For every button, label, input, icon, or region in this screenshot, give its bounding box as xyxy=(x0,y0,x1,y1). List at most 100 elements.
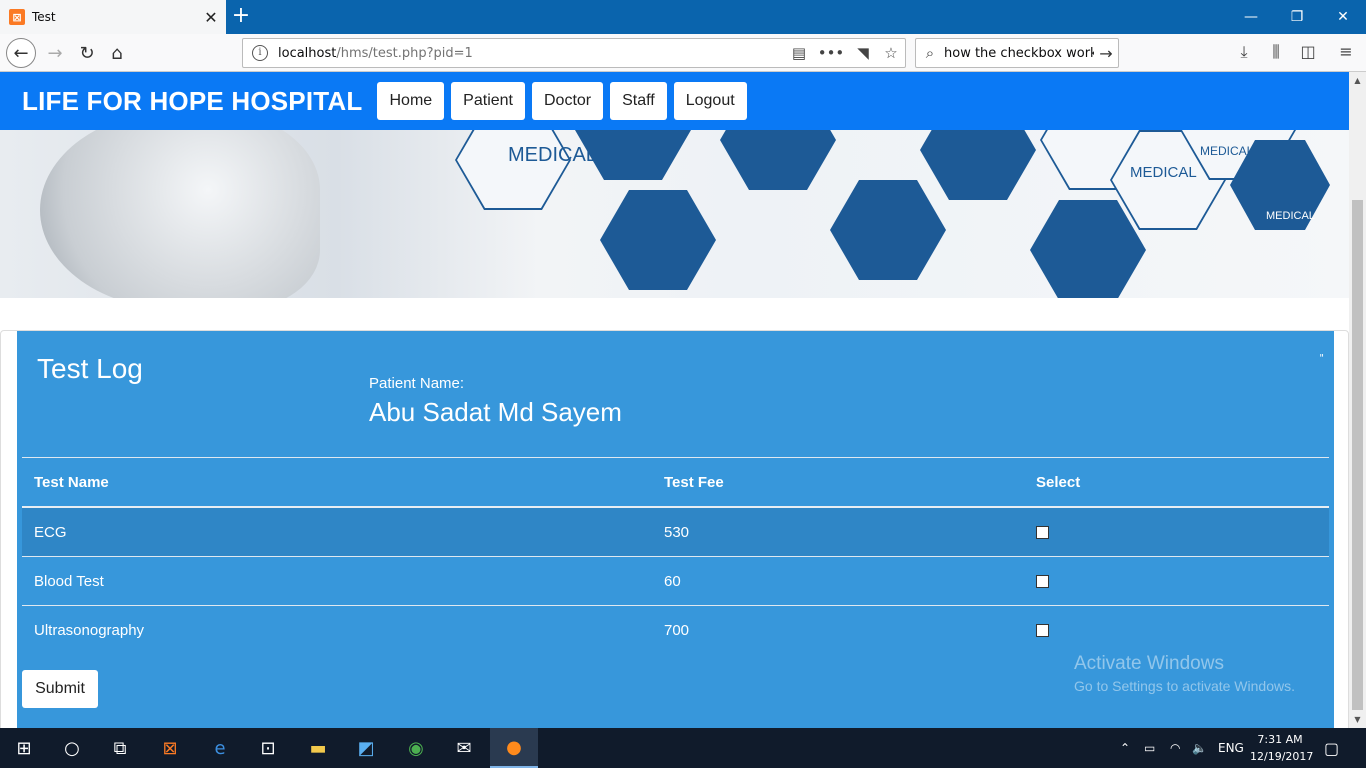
wheelchair-icon xyxy=(830,180,946,280)
select-checkbox-cell xyxy=(1036,606,1049,655)
restore-icon[interactable]: ❐ xyxy=(1274,0,1320,34)
site-info-icon[interactable]: i xyxy=(252,45,268,61)
activate-windows-title: Activate Windows xyxy=(1074,653,1224,674)
wifi-icon[interactable]: ◠ xyxy=(1170,728,1180,768)
url-path: /hms/test.php?pid=1 xyxy=(336,45,473,61)
test-name-cell: Blood Test xyxy=(34,572,104,590)
forward-icon[interactable]: → xyxy=(40,38,70,68)
banner-medical-label: MEDICAL xyxy=(508,144,597,166)
select-checkbox-cell xyxy=(1036,557,1049,605)
minimize-icon[interactable]: — xyxy=(1228,0,1274,34)
battery-icon[interactable]: ▭ xyxy=(1144,728,1155,768)
firefox-icon[interactable]: ● xyxy=(490,728,538,768)
action-center-icon[interactable]: ▢ xyxy=(1324,728,1339,768)
edge-icon[interactable]: e xyxy=(196,728,244,768)
reader-view-icon[interactable]: ▤ xyxy=(785,44,813,62)
url-text[interactable]: localhost/hms/test.php?pid=1 xyxy=(278,46,785,61)
xampp-icon[interactable]: ⊠ xyxy=(146,728,194,768)
header-test-fee: Test Fee xyxy=(664,473,724,491)
activate-windows-subtitle: Go to Settings to activate Windows. xyxy=(1074,678,1295,694)
site-brand[interactable]: LIFE FOR HOPE HOSPITAL xyxy=(22,86,362,117)
test-log-card: Test Log Patient Name: Abu Sadat Md Saye… xyxy=(0,330,1349,728)
tab-title: Test xyxy=(32,10,56,24)
select-checkbox[interactable] xyxy=(1036,624,1049,637)
browser-tab[interactable]: ⊠ Test ✕ xyxy=(0,0,226,34)
search-go-icon[interactable]: → xyxy=(1094,44,1118,63)
test-fee-cell: 530 xyxy=(664,523,690,541)
banner-hex xyxy=(455,130,571,210)
show-hidden-icons-icon[interactable]: ⌃ xyxy=(1120,728,1130,768)
store-icon[interactable]: ⊡ xyxy=(244,728,292,768)
select-checkbox-cell xyxy=(1036,508,1049,556)
url-host: localhost xyxy=(278,45,337,61)
drops-icon xyxy=(920,130,1036,200)
sidebar-icon[interactable]: ◫ xyxy=(1296,42,1320,64)
select-checkbox[interactable] xyxy=(1036,525,1049,539)
corner-mark: " xyxy=(1319,353,1324,364)
windows-start-icon[interactable]: ⊞ xyxy=(0,728,48,768)
medical-banner-image: MEDICAL MEDICAL MEDICAL MEDICAL xyxy=(0,130,1349,298)
taskbar-clock[interactable]: 7:31 AM 12/19/2017 xyxy=(1250,731,1314,765)
gloved-hand-image xyxy=(40,130,320,298)
banner-medical-label: MEDICAL xyxy=(1200,144,1254,158)
menu-icon[interactable]: ≡ xyxy=(1334,42,1358,64)
search-bar[interactable]: ⌕ how the checkbox work → xyxy=(915,38,1119,68)
nav-doctor-button[interactable]: Doctor xyxy=(531,82,604,120)
file-explorer-icon[interactable]: ▬ xyxy=(294,728,342,768)
new-tab-icon[interactable]: + xyxy=(230,4,252,28)
pocket-icon[interactable]: ◥ xyxy=(849,44,877,62)
home-icon[interactable]: ⌂ xyxy=(102,38,132,68)
banner-medical-label: MEDICAL xyxy=(1130,164,1197,181)
mail-icon[interactable]: ✉ xyxy=(440,728,488,768)
table-row: Blood Test 60 xyxy=(22,557,1329,606)
close-window-icon[interactable]: ✕ xyxy=(1320,0,1366,34)
nav-logout-button[interactable]: Logout xyxy=(673,82,747,120)
submit-button[interactable]: Submit xyxy=(22,670,98,708)
patient-name-value: Abu Sadat Md Sayem xyxy=(369,397,622,427)
windows-taskbar: ⊞ ○ ⧉ ⊠ e ⊡ ▬ ◩ ◉ ✉ ● ⌃ ▭ ◠ 🔈 ENG 7:31 A… xyxy=(0,728,1366,768)
bookmark-star-icon[interactable]: ☆ xyxy=(877,44,905,62)
patient-name-label: Patient Name: xyxy=(369,375,465,392)
tab-close-icon[interactable]: ✕ xyxy=(196,8,226,27)
scroll-down-icon[interactable]: ▼ xyxy=(1349,711,1366,728)
network-computer-icon[interactable]: ◩ xyxy=(342,728,390,768)
url-bar[interactable]: i localhost/hms/test.php?pid=1 ▤ ••• ◥ ☆ xyxy=(242,38,906,68)
page-scrollbar[interactable]: ▲ ▼ xyxy=(1349,72,1366,728)
volume-muted-icon[interactable]: 🔈 xyxy=(1192,728,1207,768)
banner-hex xyxy=(575,130,691,180)
syringe-icon xyxy=(1030,200,1146,298)
nav-staff-button[interactable]: Staff xyxy=(610,82,667,120)
library-icon[interactable]: ⫼ xyxy=(1264,42,1288,64)
document-icon xyxy=(720,130,836,190)
web-page: LIFE FOR HOPE HOSPITAL Home Patient Doct… xyxy=(0,72,1349,728)
clock-date: 12/19/2017 xyxy=(1250,750,1314,763)
cortana-icon[interactable]: ○ xyxy=(48,728,96,768)
header-test-name: Test Name xyxy=(34,473,109,491)
browser-titlebar: ⊠ Test ✕ + — ❐ ✕ xyxy=(0,0,1366,34)
site-navbar: LIFE FOR HOPE HOSPITAL Home Patient Doct… xyxy=(0,72,1349,130)
header-select: Select xyxy=(1036,473,1081,491)
test-name-cell: ECG xyxy=(34,523,67,541)
chrome-icon[interactable]: ◉ xyxy=(392,728,440,768)
page-actions-icon[interactable]: ••• xyxy=(813,44,849,62)
test-fee-cell: 60 xyxy=(664,572,681,590)
scroll-up-icon[interactable]: ▲ xyxy=(1349,72,1366,89)
select-checkbox[interactable] xyxy=(1036,574,1049,588)
clock-time: 7:31 AM xyxy=(1257,733,1303,746)
nav-patient-button[interactable]: Patient xyxy=(451,82,525,120)
search-input[interactable]: how the checkbox work xyxy=(944,46,1094,61)
test-name-cell: Ultrasonography xyxy=(34,622,145,639)
test-log-panel: Test Log Patient Name: Abu Sadat Md Saye… xyxy=(17,331,1334,728)
scroll-thumb[interactable] xyxy=(1352,200,1363,710)
search-icon: ⌕ xyxy=(925,44,935,62)
task-view-icon[interactable]: ⧉ xyxy=(96,728,144,768)
nav-home-button[interactable]: Home xyxy=(377,82,445,120)
xampp-favicon-icon: ⊠ xyxy=(9,9,25,25)
back-icon[interactable]: ← xyxy=(6,38,36,68)
browser-toolbar: ← → ↻ ⌂ i localhost/hms/test.php?pid=1 ▤… xyxy=(0,34,1366,72)
reload-icon[interactable]: ↻ xyxy=(72,38,102,68)
language-indicator[interactable]: ENG xyxy=(1218,728,1244,768)
table-header-row: Test Name Test Fee Select xyxy=(22,458,1329,508)
downloads-icon[interactable]: ⤓ xyxy=(1232,42,1256,64)
test-table: Test Name Test Fee Select ECG 530 Blood … xyxy=(22,457,1329,655)
